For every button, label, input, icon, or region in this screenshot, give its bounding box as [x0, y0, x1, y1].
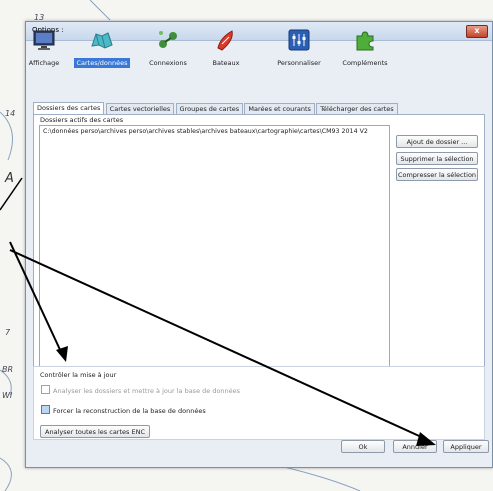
ok-button[interactable]: Ok	[341, 440, 385, 453]
apply-button[interactable]: Appliquer	[443, 440, 489, 453]
add-folder-button[interactable]: Ajout de dossier ...	[396, 135, 478, 148]
chart-depth-14: 14	[5, 109, 15, 118]
close-button[interactable]: x	[466, 25, 488, 38]
update-group-label: Contrôler la mise à jour	[40, 371, 117, 379]
force-rebuild-checkbox[interactable]	[41, 405, 50, 414]
list-item[interactable]: C:\données perso\archives perso\archives…	[43, 128, 368, 135]
scan-folders-checkbox[interactable]	[41, 385, 50, 394]
tab-bar: Dossiers des cartes Cartes vectorielles …	[33, 102, 398, 116]
chart-letter-wi: WI	[2, 391, 13, 400]
force-rebuild-option[interactable]: Forcer la reconstruction de la base de d…	[41, 405, 206, 415]
folders-listbox[interactable]: C:\données perso\archives perso\archives…	[39, 125, 390, 385]
toolbar-personnaliser[interactable]: Personnaliser	[272, 28, 326, 76]
chart-letter-br: BR	[2, 365, 13, 374]
remove-selection-button[interactable]: Supprimer la sélection	[396, 152, 478, 165]
toolbar-cartes-donnees[interactable]: Cartes/données	[74, 28, 130, 76]
toolbar-bateaux[interactable]: Bateaux	[206, 28, 246, 76]
scan-folders-option[interactable]: Analyser les dossiers et mettre à jour l…	[41, 385, 240, 395]
folders-group-label: Dossiers actifs des cartes	[40, 116, 124, 124]
boat-icon	[217, 30, 233, 51]
puzzle-icon	[356, 31, 374, 51]
analyze-enc-button[interactable]: Analyser toutes les cartes ENC	[40, 425, 150, 438]
folders-panel: Dossiers actifs des cartes C:\données pe…	[33, 114, 485, 388]
update-panel: Contrôler la mise à jour Analyser les do…	[33, 366, 485, 440]
chart-letter-a: A	[4, 171, 14, 186]
toolbar-complements[interactable]: Compléments	[340, 28, 390, 76]
monitor-icon	[33, 30, 55, 50]
toolbar-connexions[interactable]: Connexions	[146, 28, 190, 76]
sliders-icon	[288, 29, 310, 51]
compress-selection-button[interactable]: Compresser la sélection	[396, 168, 478, 181]
toolbar-affichage[interactable]: Affichage	[24, 28, 64, 76]
cancel-button[interactable]: Annuler	[393, 440, 437, 453]
close-icon: x	[474, 26, 480, 35]
connections-icon	[159, 31, 177, 48]
chart-map-icon	[91, 32, 113, 49]
options-toolbar: Affichage Cartes/données Connexions Bate…	[10, 28, 450, 76]
